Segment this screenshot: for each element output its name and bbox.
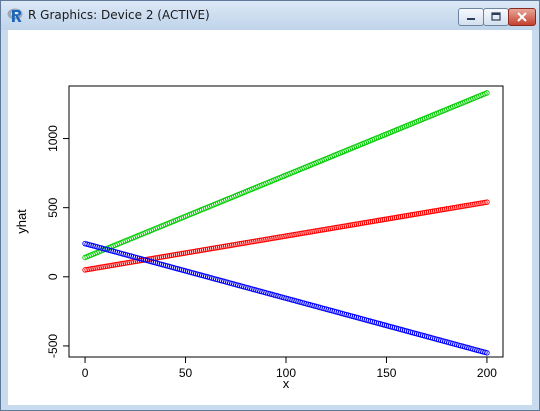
plot-canvas: 0 50 100 150 200 -500 0 500 1000 x yhat	[8, 30, 532, 405]
x-tick-label: 200	[477, 366, 497, 380]
minimize-button[interactable]	[458, 8, 484, 26]
r-graphics-window: R Graphics: Device 2 (ACTIVE) 0 50 100 150 2…	[0, 0, 540, 411]
x-axis-label: x	[283, 376, 290, 391]
x-tick-label: 50	[179, 366, 193, 380]
y-tick-label: -500	[46, 334, 60, 358]
axis-layer: 0 50 100 150 200-50005001000	[46, 125, 497, 380]
series-2	[82, 240, 490, 356]
x-tick-label: 0	[82, 366, 89, 380]
plot-box	[68, 85, 504, 358]
x-tick-label: 150	[376, 366, 396, 380]
title-bar[interactable]: R Graphics: Device 2 (ACTIVE)	[1, 1, 539, 30]
maximize-icon	[491, 12, 501, 21]
maximize-button[interactable]	[483, 8, 509, 26]
scatter-plot: 0 50 100 150 200-50005001000 x yhat	[14, 85, 504, 391]
y-tick-label: 500	[46, 197, 60, 217]
window-title: R Graphics: Device 2 (ACTIVE)	[28, 8, 210, 22]
y-tick-label: 1000	[46, 125, 60, 152]
r-logo-icon	[7, 8, 23, 22]
y-axis-label: yhat	[14, 209, 29, 234]
y-tick-label: 0	[46, 273, 60, 280]
minimize-icon	[467, 18, 475, 20]
close-button[interactable]	[508, 8, 536, 26]
close-icon	[517, 12, 527, 22]
series-layer	[82, 90, 490, 356]
